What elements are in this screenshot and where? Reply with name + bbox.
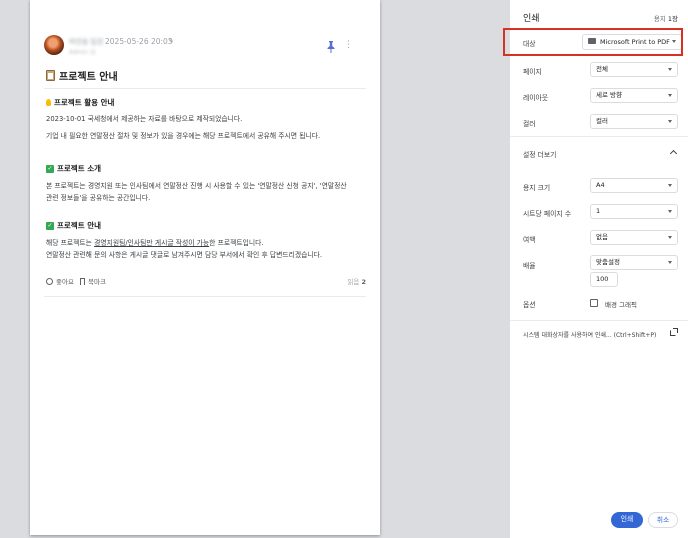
options-label: 옵션 <box>523 301 536 309</box>
scale-input[interactable]: 100 <box>590 272 618 287</box>
like-action: 좋아요 <box>46 276 74 286</box>
avatar <box>44 35 64 55</box>
section-heading-notice: ✓ 프로젝트 안내 <box>46 220 101 231</box>
body-line: 2023-10-01 국세청에서 제공하는 자료를 바탕으로 제작되었습니다. <box>46 115 243 123</box>
clipboard-icon <box>46 70 55 81</box>
pages-label: 페이지 <box>523 68 542 76</box>
scale-label: 배율 <box>523 262 536 270</box>
underlined-text: 경영지원팀/인사팀만 게시글 작성이 가능 <box>94 239 210 247</box>
sheet-count: 용지 1장 <box>654 13 678 23</box>
section-heading-intro: ✓ 프로젝트 소개 <box>46 163 101 174</box>
footer-divider <box>44 296 366 297</box>
pin-icon <box>327 41 335 53</box>
layout-label: 레이아웃 <box>523 94 549 102</box>
views-label: 읽음 <box>347 278 360 286</box>
section-heading-text: 프로젝트 안내 <box>57 221 102 230</box>
body-line: 연말정산 관련해 문의 사항은 게시글 댓글로 남겨주시면 담당 부서에서 확인… <box>46 251 323 259</box>
sheet-count-value: 1장 <box>667 15 678 23</box>
checkmark-icon: ✓ <box>46 221 54 230</box>
section-heading-text: 프로젝트 활용 안내 <box>54 98 115 107</box>
bookmark-label: 북마크 <box>88 278 106 286</box>
sheet-count-prefix: 용지 <box>653 15 668 23</box>
caret-down-icon <box>668 261 672 264</box>
views-number: 2 <box>361 278 366 286</box>
bookmark-icon <box>80 277 85 285</box>
pages-value: 전체 <box>596 65 608 73</box>
caret-down-icon <box>668 68 672 71</box>
section-heading-text: 프로젝트 소개 <box>57 164 102 173</box>
open-external-icon[interactable] <box>670 328 678 336</box>
sub-author: Admin 님 <box>69 49 96 56</box>
system-dialog-link[interactable]: 시스템 대화상자를 사용하여 인쇄... (Ctrl+Shift+P) <box>523 330 656 339</box>
pages-select[interactable]: 전체 <box>590 62 678 77</box>
pages-per-sheet-value: 1 <box>596 207 601 215</box>
print-preview-area: 박한용 팀장 2025-05-26 20:03 ✎ Admin 님 ⋮ 프로젝트… <box>0 0 510 538</box>
body-line: 본 프로젝트는 경영지원 또는 인사팀에서 연말정산 진행 시 사용할 수 있는… <box>46 182 347 190</box>
more-settings-toggle[interactable]: 설정 더보기 <box>523 149 556 159</box>
post-title: 프로젝트 안내 <box>46 68 118 83</box>
margins-value: 없음 <box>596 233 608 241</box>
body-line: 기업 내 필요한 연말정산 절차 및 정보가 있을 경우에는 해당 프로젝트에서… <box>46 132 321 140</box>
post-footer: 좋아요 북마크 읽음 2 <box>44 276 366 288</box>
color-label: 컬러 <box>523 120 536 128</box>
caret-down-icon <box>668 210 672 213</box>
caret-down-icon <box>668 184 672 187</box>
scale-value: 맞춤설정 <box>596 258 620 266</box>
view-count: 읽음 2 <box>347 276 366 286</box>
like-label: 좋아요 <box>56 278 74 286</box>
checkmark-icon: ✓ <box>46 164 54 173</box>
panel-divider <box>510 320 688 321</box>
section-heading-usage: 프로젝트 활용 안내 <box>46 97 114 108</box>
paper-size-value: A4 <box>596 181 605 189</box>
background-graphics-checkbox[interactable] <box>590 299 598 307</box>
author-name: 박한용 팀장 <box>69 38 104 46</box>
body-line: 관련 정보들'을 공유하는 공간입니다. <box>46 194 151 202</box>
chevron-up-icon[interactable] <box>669 149 678 158</box>
margins-label: 여백 <box>523 236 536 244</box>
color-value: 컬러 <box>596 117 608 125</box>
more-options-icon: ⋮ <box>344 40 353 50</box>
paper-size-label: 용지 크기 <box>523 184 551 192</box>
cancel-button[interactable]: 취소 <box>648 512 678 528</box>
scale-select[interactable]: 맞춤설정 <box>590 255 678 270</box>
post-title-text: 프로젝트 안내 <box>59 72 118 83</box>
lightbulb-icon <box>46 99 51 106</box>
pages-per-sheet-select[interactable]: 1 <box>590 204 678 219</box>
panel-title: 인쇄 <box>523 14 540 24</box>
destination-highlight-box <box>503 28 683 56</box>
print-settings-panel: 인쇄 용지 1장 대상 Microsoft Print to PDF 페이지 전… <box>510 0 688 538</box>
color-select[interactable]: 컬러 <box>590 114 678 129</box>
edit-icon: ✎ <box>168 37 174 45</box>
post-date: 2025-05-26 20:03 <box>105 37 173 46</box>
preview-page: 박한용 팀장 2025-05-26 20:03 ✎ Admin 님 ⋮ 프로젝트… <box>30 0 380 535</box>
post-header: 박한용 팀장 2025-05-26 20:03 ✎ Admin 님 ⋮ <box>44 35 369 59</box>
caret-down-icon <box>668 120 672 123</box>
layout-select[interactable]: 세로 방향 <box>590 88 678 103</box>
panel-divider <box>510 136 688 137</box>
margins-select[interactable]: 없음 <box>590 230 678 245</box>
text-segment: 해당 프로젝트는 <box>46 239 95 247</box>
background-graphics-label[interactable]: 배경 그래픽 <box>605 299 637 309</box>
body-line: 해당 프로젝트는 경영지원팀/인사팀만 게시글 작성이 가능한 프로젝트입니다. <box>46 237 264 247</box>
paper-size-select[interactable]: A4 <box>590 178 678 193</box>
title-divider <box>44 88 366 89</box>
smile-icon <box>46 277 53 285</box>
pages-per-sheet-label: 시트당 페이지 수 <box>523 210 572 218</box>
caret-down-icon <box>668 236 672 239</box>
text-segment: 한 프로젝트입니다. <box>209 239 264 247</box>
bookmark-action: 북마크 <box>80 276 106 286</box>
print-button[interactable]: 인쇄 <box>611 512 643 528</box>
layout-value: 세로 방향 <box>596 91 622 99</box>
caret-down-icon <box>668 94 672 97</box>
